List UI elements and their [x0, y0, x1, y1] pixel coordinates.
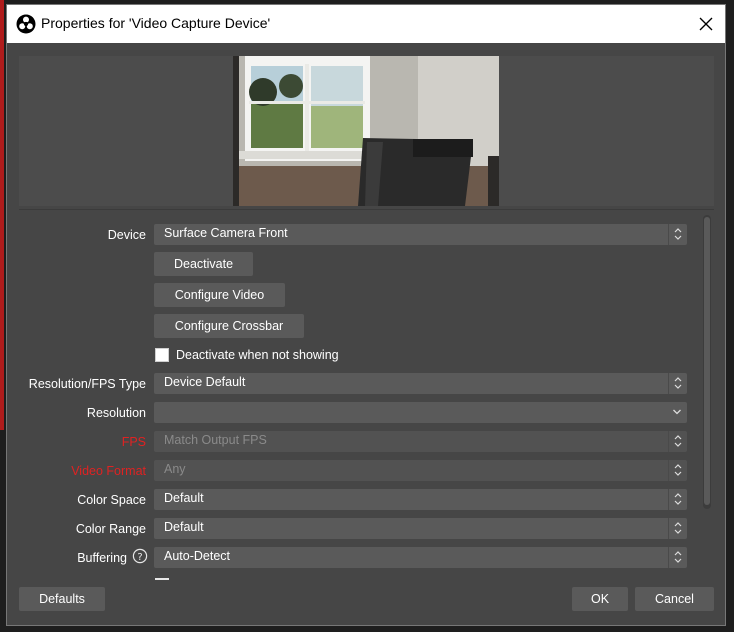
device-label: Device	[107, 228, 146, 242]
color-range-label: Color Range	[75, 522, 146, 536]
chevron-down-icon	[668, 402, 687, 423]
preview-panel	[19, 56, 714, 206]
preview-divider	[19, 209, 714, 210]
resolution-fps-type-label: Resolution/FPS Type	[28, 377, 146, 391]
fps-label: FPS	[121, 435, 146, 449]
title-bar[interactable]: Properties for 'Video Capture Device'	[7, 5, 725, 43]
window-title: Properties for 'Video Capture Device'	[41, 15, 271, 31]
svg-text:?: ?	[137, 552, 142, 563]
updown-arrows-icon	[668, 518, 687, 539]
resolution-select[interactable]	[154, 402, 687, 423]
deactivate-when-not-showing-label: Deactivate when not showing	[176, 348, 339, 362]
camera-preview-image	[233, 56, 499, 206]
clipped-checkbox	[155, 578, 169, 580]
updown-arrows-icon	[668, 224, 687, 245]
configure-video-button[interactable]: Configure Video	[154, 283, 285, 307]
buffering-select[interactable]: Auto-Detect	[154, 547, 687, 568]
configure-crossbar-button[interactable]: Configure Crossbar	[154, 314, 304, 338]
close-icon[interactable]	[695, 13, 717, 35]
color-range-select[interactable]: Default	[154, 518, 687, 539]
background-window-edge	[0, 0, 4, 430]
fps-select[interactable]: Match Output FPS	[154, 431, 687, 452]
properties-dialog: Properties for 'Video Capture Device' De…	[6, 4, 726, 626]
updown-arrows-icon	[668, 460, 687, 481]
deactivate-button[interactable]: Deactivate	[154, 252, 253, 276]
resolution-fps-type-select[interactable]: Device Default	[154, 373, 687, 394]
color-space-value: Default	[164, 491, 204, 505]
resolution-fps-type-value: Device Default	[164, 375, 246, 389]
defaults-button[interactable]: Defaults	[19, 587, 105, 611]
updown-arrows-icon	[668, 489, 687, 510]
updown-arrows-icon	[668, 431, 687, 452]
video-format-select[interactable]: Any	[154, 460, 687, 481]
dialog-footer: Defaults OK Cancel	[7, 581, 725, 625]
video-format-label: Video Format	[71, 464, 146, 478]
color-space-label: Color Space	[77, 493, 146, 507]
color-range-value: Default	[164, 520, 204, 534]
ok-button[interactable]: OK	[572, 587, 628, 611]
video-format-value: Any	[164, 462, 186, 476]
obs-icon	[16, 14, 36, 34]
buffering-value: Auto-Detect	[164, 549, 231, 563]
properties-scrollbar[interactable]	[703, 215, 711, 509]
color-space-select[interactable]: Default	[154, 489, 687, 510]
scrollbar-thumb[interactable]	[704, 217, 710, 505]
updown-arrows-icon	[668, 373, 687, 394]
device-value: Surface Camera Front	[164, 226, 288, 240]
deactivate-when-not-showing-checkbox[interactable]	[155, 348, 169, 362]
resolution-label: Resolution	[86, 406, 146, 420]
device-select[interactable]: Surface Camera Front	[154, 224, 687, 245]
help-icon[interactable]: ?	[132, 548, 148, 564]
fps-value: Match Output FPS	[164, 433, 267, 447]
updown-arrows-icon	[668, 547, 687, 568]
cancel-button[interactable]: Cancel	[635, 587, 714, 611]
buffering-label: Buffering	[77, 551, 127, 565]
